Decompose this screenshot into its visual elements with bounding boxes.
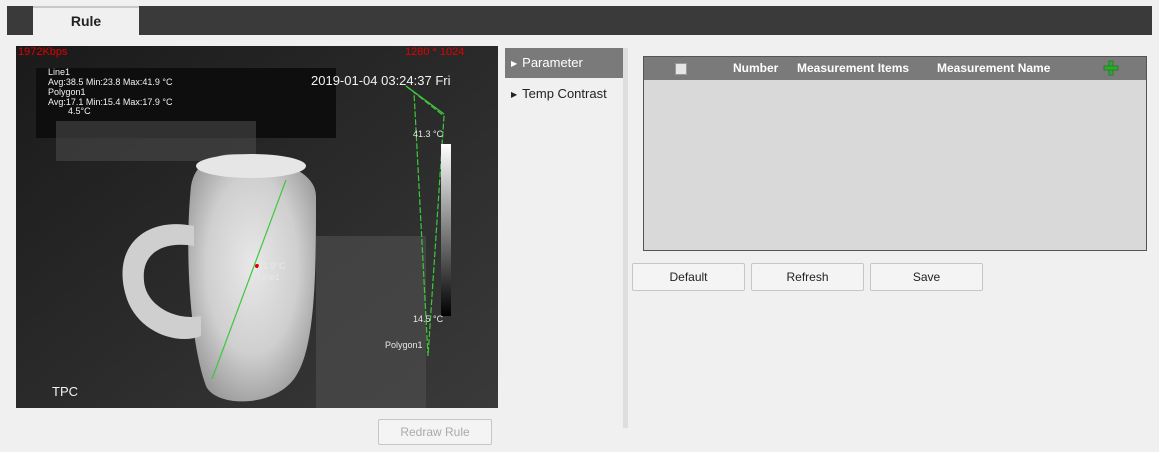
column-number: Number [733, 61, 779, 75]
brand-label: TPC [52, 384, 78, 399]
line-temp-label: 41.9°C [258, 261, 286, 271]
tab-rule[interactable]: Rule [33, 6, 139, 35]
resolution-label: 1280 * 1024 [405, 46, 465, 58]
menu-item-label: Parameter [522, 55, 583, 70]
select-all-checkbox[interactable] [675, 63, 687, 75]
triangle-right-icon: ▶ [511, 89, 518, 99]
top-tab-bar: Rule [7, 6, 1152, 35]
default-button[interactable]: Default [632, 263, 745, 291]
scale-max-label: 41.3 °C [413, 129, 444, 139]
overlay-line1: Line1 [48, 67, 71, 77]
overlay-polygon1: Polygon1 [48, 87, 86, 97]
small-temp-label: 4.5°C [68, 106, 91, 116]
bitrate-label: 1972Kbps [18, 46, 68, 58]
scale-min-label: 14.5 °C [413, 314, 444, 324]
triangle-right-icon: ▶ [511, 58, 518, 68]
table-header: Number Measurement Items Measurement Nam… [644, 57, 1146, 80]
side-menu: ▶ Parameter ▶ Temp Contrast [505, 48, 628, 428]
polygon-label: Polygon1 [385, 340, 423, 350]
timestamp: 2019-01-04 03:24:37 Fri [311, 73, 451, 88]
overlay-polygon1-stats: Avg:17.1 Min:15.4 Max:17.9 °C [48, 97, 173, 107]
menu-item-parameter[interactable]: ▶ Parameter [505, 48, 623, 78]
menu-item-label: Temp Contrast [522, 86, 607, 101]
save-button[interactable]: Save [870, 263, 983, 291]
column-measurement-items: Measurement Items [797, 61, 910, 75]
measurement-table: Number Measurement Items Measurement Nam… [643, 56, 1147, 251]
temperature-scale-bar [441, 144, 451, 316]
thermal-video-view[interactable]: 1972Kbps 1280 * 1024 Line1 Avg:38.5 Min:… [16, 46, 498, 408]
overlay-line1-stats: Avg:38.5 Min:23.8 Max:41.9 °C [48, 77, 173, 87]
redraw-rule-button[interactable]: Redraw Rule [378, 419, 492, 445]
add-icon[interactable] [1103, 60, 1119, 84]
menu-item-temp-contrast[interactable]: ▶ Temp Contrast [505, 79, 623, 109]
line-label: Line1 [258, 272, 281, 282]
refresh-button[interactable]: Refresh [751, 263, 864, 291]
column-measurement-name: Measurement Name [937, 61, 1051, 75]
